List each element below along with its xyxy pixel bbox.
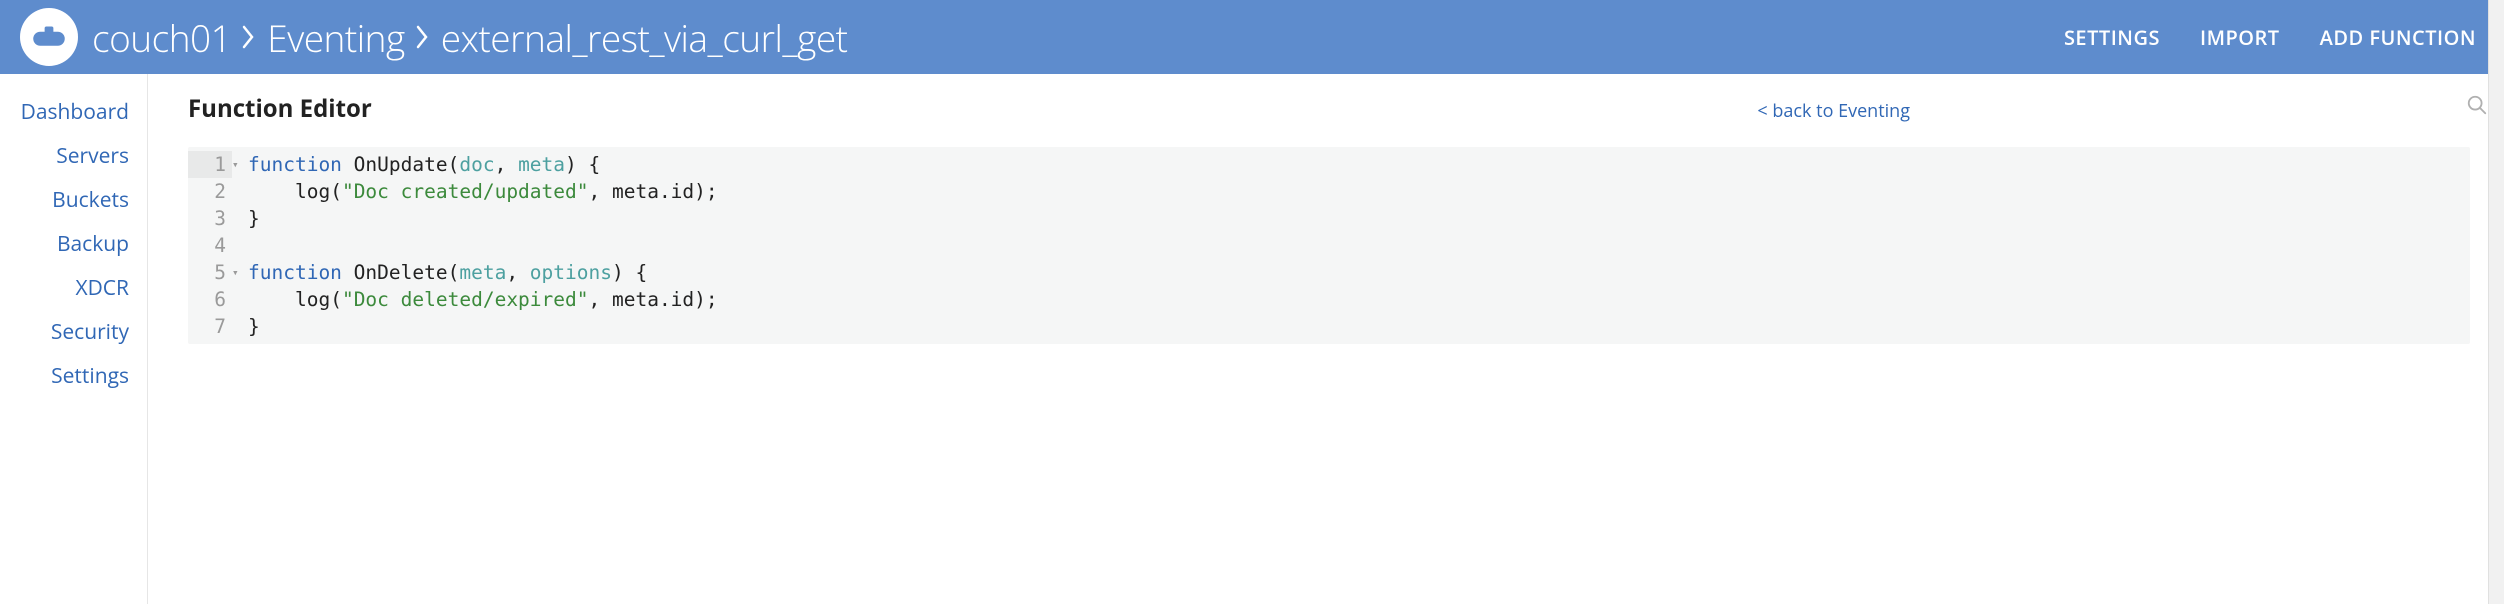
header-bar: couch01 Eventing external_rest_via_curl_… [0, 0, 2504, 74]
code-content[interactable]: function OnDelete(meta, options) { [244, 259, 647, 286]
settings-button[interactable]: SETTINGS [2064, 24, 2160, 51]
chevron-right-icon [415, 23, 431, 51]
sidebar-item-xdcr[interactable]: XDCR [0, 274, 129, 302]
line-number: 5 [188, 259, 232, 286]
fold-toggle-icon [232, 232, 244, 259]
breadcrumb: couch01 Eventing external_rest_via_curl_… [92, 12, 2064, 63]
code-line[interactable]: 6 log("Doc deleted/expired", meta.id); [188, 286, 2470, 313]
vertical-scrollbar[interactable] [2488, 0, 2504, 604]
code-content[interactable]: } [244, 205, 260, 232]
code-line[interactable]: 7} [188, 313, 2470, 340]
breadcrumb-cluster[interactable]: couch01 [92, 12, 231, 63]
header-actions: SETTINGS IMPORT ADD FUNCTION [2064, 24, 2476, 51]
fold-toggle-icon[interactable]: ▾ [232, 259, 244, 286]
add-function-button[interactable]: ADD FUNCTION [2320, 24, 2476, 51]
code-editor[interactable]: 1▾function OnUpdate(doc, meta) {2 log("D… [188, 147, 2470, 344]
code-content[interactable]: } [244, 313, 260, 340]
fold-toggle-icon [232, 178, 244, 205]
code-line[interactable]: 2 log("Doc created/updated", meta.id); [188, 178, 2470, 205]
sidebar-item-security[interactable]: Security [0, 318, 129, 346]
couchbase-logo-icon[interactable] [20, 8, 78, 66]
code-content[interactable]: function OnUpdate(doc, meta) { [244, 151, 600, 178]
import-button[interactable]: IMPORT [2200, 24, 2280, 51]
fold-toggle-icon [232, 205, 244, 232]
code-content[interactable]: log("Doc created/updated", meta.id); [244, 178, 718, 205]
fold-toggle-icon [232, 286, 244, 313]
line-number: 7 [188, 313, 232, 340]
chevron-right-icon [241, 23, 257, 51]
sidebar-item-buckets[interactable]: Buckets [0, 186, 129, 214]
code-content[interactable]: log("Doc deleted/expired", meta.id); [244, 286, 718, 313]
page-title: Function Editor [188, 92, 372, 125]
code-line[interactable]: 1▾function OnUpdate(doc, meta) { [188, 151, 2470, 178]
main-content: Function Editor < back to Eventing 1▾fun… [148, 74, 2504, 604]
line-number: 1 [188, 151, 232, 178]
breadcrumb-function: external_rest_via_curl_get [441, 12, 848, 63]
code-line[interactable]: 4 [188, 232, 2470, 259]
fold-toggle-icon[interactable]: ▾ [232, 151, 244, 178]
sidebar-item-servers[interactable]: Servers [0, 142, 129, 170]
search-icon[interactable] [2466, 94, 2488, 121]
line-number: 4 [188, 232, 232, 259]
sidebar-item-dashboard[interactable]: Dashboard [0, 98, 129, 126]
back-to-eventing-link[interactable]: < back to Eventing [1757, 99, 1910, 123]
sidebar: Dashboard Servers Buckets Backup XDCR Se… [0, 74, 148, 604]
line-number: 6 [188, 286, 232, 313]
code-line[interactable]: 3} [188, 205, 2470, 232]
sidebar-item-settings[interactable]: Settings [0, 362, 129, 390]
breadcrumb-section[interactable]: Eventing [267, 12, 404, 63]
code-line[interactable]: 5▾function OnDelete(meta, options) { [188, 259, 2470, 286]
code-content[interactable] [244, 232, 248, 259]
line-number: 3 [188, 205, 232, 232]
line-number: 2 [188, 178, 232, 205]
fold-toggle-icon [232, 313, 244, 340]
sidebar-item-backup[interactable]: Backup [0, 230, 129, 258]
